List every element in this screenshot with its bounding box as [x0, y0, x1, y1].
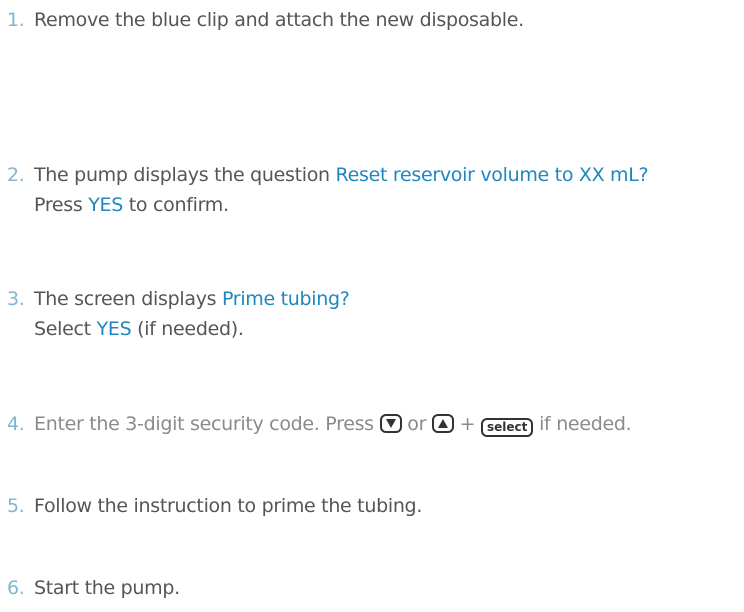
screen-message: Prime tubing? [221, 288, 350, 310]
step-6: 6. Start the pump. [7, 573, 180, 603]
yes-label: YES [88, 194, 124, 216]
step-number: 5. [7, 495, 25, 517]
step-text: Enter the 3-digit security code. Press [34, 413, 380, 435]
step-text: Remove the blue clip and attach the new … [34, 9, 524, 31]
step-text: (if needed). [131, 318, 244, 340]
step-number: 4. [7, 413, 25, 435]
step-text: + [453, 413, 481, 435]
step-line: 3. The screen displays Prime tubing? [7, 284, 350, 314]
up-arrow-key-icon [431, 414, 454, 433]
step-text: Press [34, 194, 89, 216]
step-number: 2. [7, 164, 25, 186]
step-number: 3. [7, 288, 25, 310]
step-text: if needed. [533, 413, 632, 435]
step-text: Start the pump. [34, 577, 180, 599]
yes-label: YES [96, 318, 132, 340]
step-text: Select [34, 318, 97, 340]
step-2: 2. The pump displays the question Reset r… [7, 160, 649, 220]
step-4: 4. Enter the 3-digit security code. Press… [7, 409, 632, 439]
step-3: 3. The screen displays Prime tubing? Sele… [7, 284, 350, 344]
down-arrow-key-icon [379, 414, 402, 433]
step-line: Press YES to confirm. [7, 190, 648, 220]
step-1: 1. Remove the blue clip and attach the ne… [7, 5, 524, 35]
screen-message: Reset reservoir volume to XX mL? [335, 164, 649, 186]
step-text: The pump displays the question [34, 164, 336, 186]
step-text: to confirm. [123, 194, 229, 216]
step-line: 2. The pump displays the question Reset r… [7, 160, 649, 190]
step-text: Follow the instruction to prime the tubi… [34, 495, 423, 517]
step-number: 1. [7, 9, 25, 31]
step-number: 6. [7, 577, 25, 599]
step-line: Select YES (if needed). [7, 314, 350, 344]
step-text: The screen displays [34, 288, 222, 310]
select-key-icon: select [480, 418, 534, 437]
step-5: 5. Follow the instruction to prime the tu… [7, 491, 422, 521]
step-text: or [401, 413, 432, 435]
